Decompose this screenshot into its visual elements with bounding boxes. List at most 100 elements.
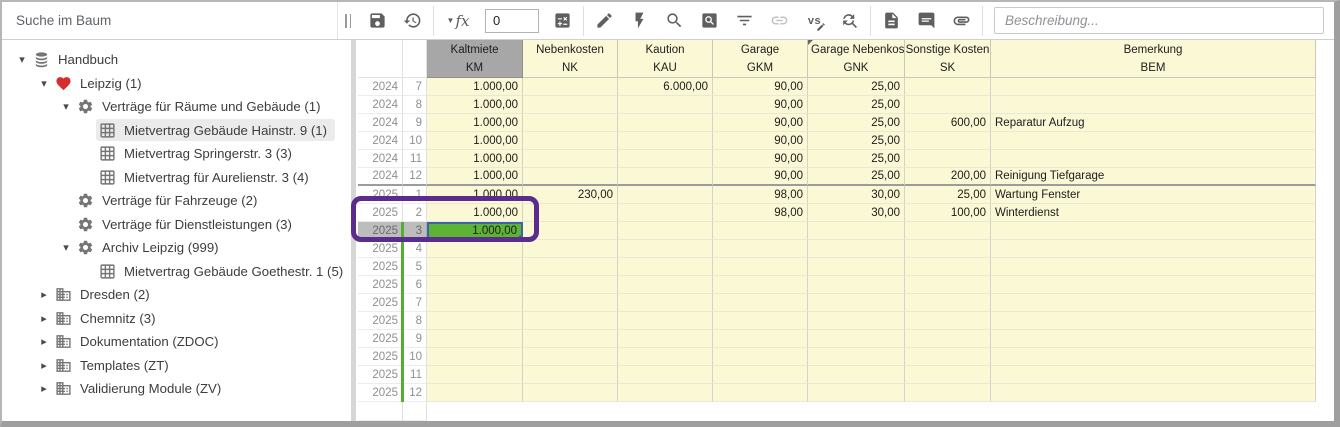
grid-cell[interactable] [808, 240, 905, 258]
grid-cell[interactable] [713, 258, 808, 276]
column-header-GKM[interactable]: Garage [713, 40, 808, 59]
grid-cell[interactable] [991, 330, 1316, 348]
grid-cell[interactable] [991, 384, 1316, 402]
grid-cell[interactable] [523, 366, 618, 384]
grid-cell[interactable] [523, 384, 618, 402]
grid-cell[interactable] [713, 384, 808, 402]
row-header-year[interactable]: 2025 [358, 276, 403, 294]
row-header-year[interactable]: 2025 [358, 186, 403, 204]
grid-cell[interactable] [427, 330, 523, 348]
grid-cell[interactable]: 25,00 [808, 78, 905, 96]
grid-cell[interactable] [523, 168, 618, 186]
row-header-year[interactable]: 2024 [358, 96, 403, 114]
grid-cell[interactable]: 1.000,00 [427, 204, 523, 222]
grid-cell[interactable] [713, 294, 808, 312]
grid-cell[interactable] [618, 240, 713, 258]
grid-cell[interactable] [991, 366, 1316, 384]
grid-cell[interactable]: 230,00 [523, 186, 618, 204]
grid-cell[interactable] [427, 276, 523, 294]
tree-item[interactable]: ▾Archiv Leipzig (999) [2, 236, 351, 260]
row-header-month[interactable]: 8 [403, 96, 427, 114]
column-header-KM[interactable]: KM [427, 59, 523, 78]
row-header-year[interactable]: 2025 [358, 312, 403, 330]
row-header-year[interactable]: 2025 [358, 330, 403, 348]
row-header-year[interactable]: 2024 [358, 132, 403, 150]
grid-cell[interactable] [808, 222, 905, 240]
grid-cell[interactable]: 98,00 [713, 204, 808, 222]
grid-cell[interactable] [523, 204, 618, 222]
tree-item[interactable]: ▾Verträge für Räume und Gebäude (1) [2, 95, 351, 119]
grid-cell[interactable] [905, 366, 991, 384]
grid-cell[interactable] [427, 312, 523, 330]
grid-cell[interactable] [523, 276, 618, 294]
tree-item[interactable]: ▾Handbuch [2, 48, 351, 72]
grid-cell[interactable] [991, 276, 1316, 294]
grid-cell[interactable] [905, 330, 991, 348]
grid-cell[interactable] [618, 96, 713, 114]
row-header-year[interactable]: 2025 [358, 294, 403, 312]
grid-cell[interactable] [523, 294, 618, 312]
tree-item[interactable]: Mietvertrag für Aurelienstr. 3 (4) [2, 166, 351, 190]
collapse-arrow-icon[interactable]: ▾ [36, 77, 52, 90]
grid-cell[interactable] [427, 366, 523, 384]
grid-cell[interactable]: 1.000,00 [427, 168, 523, 186]
row-header-year[interactable]: 2025 [358, 204, 403, 222]
row-header-year[interactable]: 2025 [358, 348, 403, 366]
grid-cell[interactable] [618, 366, 713, 384]
grid-cell[interactable] [905, 78, 991, 96]
grid-cell[interactable] [713, 366, 808, 384]
expand-arrow-icon[interactable]: ▸ [36, 359, 52, 372]
link-button[interactable] [762, 7, 797, 35]
grid-cell[interactable] [618, 276, 713, 294]
grid-cell[interactable] [905, 132, 991, 150]
grid-cell[interactable]: 30,00 [808, 204, 905, 222]
collapse-arrow-icon[interactable]: ▾ [58, 100, 74, 113]
search-button[interactable] [657, 7, 692, 35]
grid-cell[interactable] [523, 258, 618, 276]
formula-dropdown-button[interactable]: ▼ fx [437, 7, 479, 35]
grid-cell[interactable]: Winterdienst [991, 204, 1316, 222]
row-header-month[interactable]: 5 [403, 258, 427, 276]
grid-cell[interactable] [523, 330, 618, 348]
document-button[interactable] [874, 7, 909, 35]
row-header-month[interactable]: 10 [403, 132, 427, 150]
grid-cell[interactable]: 25,00 [808, 150, 905, 168]
column-header-NK[interactable]: NK [523, 59, 618, 78]
grid-cell[interactable] [991, 132, 1316, 150]
grid-cell[interactable] [618, 222, 713, 240]
row-header-month[interactable]: 7 [403, 78, 427, 96]
grid-cell[interactable]: 25,00 [808, 96, 905, 114]
grid-cell[interactable]: 6.000,00 [618, 78, 713, 96]
grid-cell[interactable] [905, 96, 991, 114]
row-header-month[interactable]: 10 [403, 348, 427, 366]
comment-button[interactable] [909, 7, 944, 35]
grid-cell[interactable] [618, 330, 713, 348]
grid-cell[interactable]: 1.000,00 [427, 186, 523, 204]
grid-cell[interactable] [808, 330, 905, 348]
splitter-handle-icon[interactable] [345, 14, 351, 28]
tree-item[interactable]: ▸Chemnitz (3) [2, 307, 351, 331]
tree-item[interactable]: Verträge für Dienstleistungen (3) [2, 213, 351, 237]
grid-cell[interactable] [713, 312, 808, 330]
row-header-month[interactable]: 1 [403, 186, 427, 204]
grid-cell[interactable] [808, 258, 905, 276]
edit-button[interactable] [587, 7, 622, 35]
grid-cell[interactable] [427, 348, 523, 366]
row-header-year[interactable]: 2024 [358, 114, 403, 132]
grid-cell[interactable] [905, 312, 991, 330]
tree-item[interactable]: Verträge für Fahrzeuge (2) [2, 189, 351, 213]
tree-item[interactable]: ▸Templates (ZT) [2, 354, 351, 378]
grid-cell[interactable] [618, 294, 713, 312]
column-header-GNK[interactable]: GNK [808, 59, 905, 78]
grid-cell[interactable]: 90,00 [713, 168, 808, 186]
grid-cell[interactable] [523, 114, 618, 132]
grid-cell[interactable]: 90,00 [713, 78, 808, 96]
grid-cell[interactable] [523, 78, 618, 96]
grid-cell[interactable] [523, 132, 618, 150]
grid-cell[interactable] [991, 258, 1316, 276]
attachment-button[interactable] [944, 7, 979, 35]
grid-cell[interactable]: 25,00 [808, 132, 905, 150]
row-header-year[interactable]: 2024 [358, 150, 403, 168]
grid-cell[interactable] [905, 258, 991, 276]
grid-cell[interactable] [618, 204, 713, 222]
